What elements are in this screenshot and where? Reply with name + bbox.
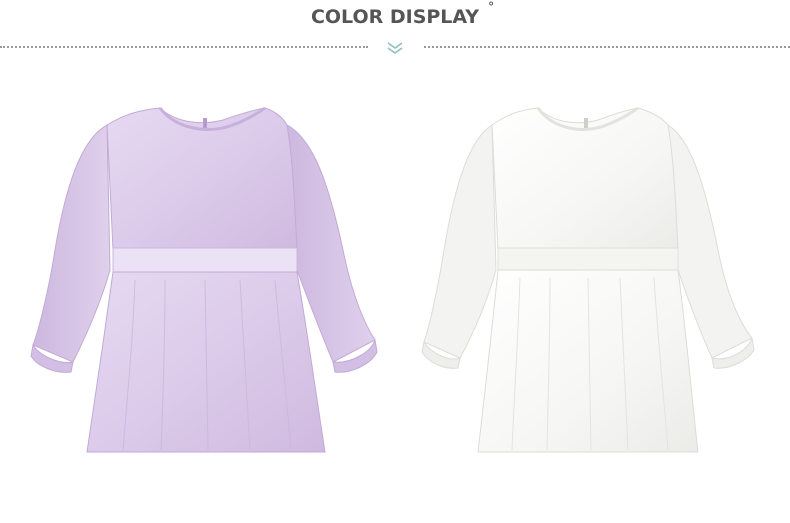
product-image-lavender-blouse: [25, 100, 385, 470]
double-chevron-down-icon: [387, 42, 403, 54]
color-display-header: COLOR DISPLAY °: [0, 0, 790, 70]
title-degree-mark: °: [488, 0, 495, 14]
lavender-blouse-illustration: [30, 106, 378, 453]
product-image-white-blouse: [420, 100, 760, 470]
right-dotted-divider: [424, 46, 790, 48]
section-title: COLOR DISPLAY: [310, 6, 480, 28]
left-dotted-divider: [0, 46, 368, 48]
section-title-row: COLOR DISPLAY °: [0, 0, 790, 28]
white-blouse-illustration: [421, 106, 755, 453]
section-title-wrap: COLOR DISPLAY °: [310, 0, 494, 28]
